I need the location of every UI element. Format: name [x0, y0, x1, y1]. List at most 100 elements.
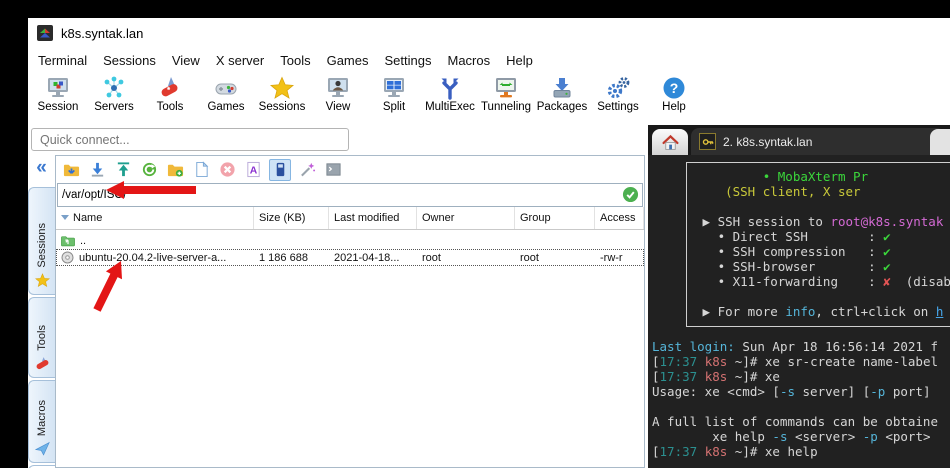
star-icon	[35, 273, 50, 288]
menu-settings[interactable]: Settings	[377, 50, 440, 71]
toolbar-sessions-button[interactable]: Sessions	[254, 72, 310, 125]
refresh-icon	[141, 161, 158, 178]
column-group[interactable]: Group	[515, 207, 595, 229]
table-row-ubuntu-iso[interactable]: ubuntu-20.04.2-live-server-a... 1 186 68…	[56, 249, 644, 266]
terminal-tab-bar: 2. k8s.syntak.lan ×	[648, 125, 950, 155]
menu-xserver[interactable]: X server	[208, 50, 272, 71]
menu-macros[interactable]: Macros	[439, 50, 498, 71]
menu-view[interactable]: View	[164, 50, 208, 71]
titlebar: k8s.syntak.lan	[28, 18, 950, 48]
column-owner[interactable]: Owner	[417, 207, 515, 229]
hex-view-icon	[272, 161, 289, 178]
parent-folder-button[interactable]	[61, 160, 81, 180]
column-modified[interactable]: Last modified	[329, 207, 417, 229]
knife-icon	[35, 356, 50, 371]
mobaxterm-logo-icon	[37, 25, 53, 41]
delete-icon	[219, 161, 236, 178]
file-name: ..	[80, 235, 86, 247]
menu-tools[interactable]: Tools	[272, 50, 318, 71]
toolbar-tunneling-button[interactable]: Tunneling	[478, 72, 534, 125]
wizard-wand-button[interactable]	[297, 160, 317, 180]
download-icon	[89, 161, 106, 178]
menu-bar: Terminal Sessions View X server Tools Ga…	[28, 48, 950, 72]
menu-games[interactable]: Games	[319, 50, 377, 71]
column-name[interactable]: Name	[56, 207, 254, 229]
new-folder-button[interactable]	[165, 160, 185, 180]
sidebar-tabs: Sessions Tools Macros	[28, 181, 55, 468]
toolbar-view-button[interactable]: View	[310, 72, 366, 125]
toolbar-games-button[interactable]: Games	[198, 72, 254, 125]
tunneling-monitor-icon	[493, 75, 519, 101]
terminal-tab-k8s[interactable]: 2. k8s.syntak.lan ×	[691, 128, 945, 155]
mobaxterm-window: k8s.syntak.lan Terminal Sessions View X …	[28, 18, 950, 468]
sidebar-tab-sessions[interactable]: Sessions	[28, 187, 55, 295]
terminal-banner: • MobaXterm Pr (SSH client, X ser ▶ SSH …	[686, 162, 950, 327]
menu-terminal[interactable]: Terminal	[30, 50, 95, 71]
sftp-toolbar: A	[56, 156, 644, 183]
new-file-icon	[193, 161, 210, 178]
green-check-icon	[622, 186, 639, 203]
file-table-header: Name Size (KB) Last modified Owner Group…	[56, 207, 644, 230]
upload-icon	[115, 161, 132, 178]
menu-sessions[interactable]: Sessions	[95, 50, 164, 71]
toolbar-help-button[interactable]: ? Help	[646, 72, 702, 125]
hex-view-toggle[interactable]	[269, 159, 291, 181]
toolbar-settings-button[interactable]: Settings	[590, 72, 646, 125]
toolbar-tools-button[interactable]: Tools	[142, 72, 198, 125]
sidebar-tab-macros[interactable]: Macros	[28, 380, 55, 463]
window-title: k8s.syntak.lan	[61, 26, 143, 41]
sessions-star-icon	[269, 75, 295, 101]
multiexec-fork-icon	[437, 75, 463, 101]
edit-rename-icon: A	[245, 161, 262, 178]
file-owner: root	[417, 252, 515, 264]
terminal-button-icon	[325, 161, 342, 178]
menu-help[interactable]: Help	[498, 50, 541, 71]
desktop-background: k8s.syntak.lan Terminal Sessions View X …	[0, 0, 950, 468]
file-name: ubuntu-20.04.2-live-server-a...	[79, 252, 226, 264]
terminal-pane: 2. k8s.syntak.lan × • MobaXterm Pr (SSH …	[648, 125, 950, 468]
settings-gears-icon	[605, 75, 631, 101]
file-access: -rw-r	[595, 252, 644, 264]
terminal-button[interactable]	[323, 160, 343, 180]
servers-network-icon	[101, 75, 127, 101]
refresh-button[interactable]	[139, 160, 159, 180]
sidebar: « Sessions Tools Macros	[28, 155, 55, 468]
new-folder-icon	[167, 161, 184, 178]
svg-text:A: A	[249, 165, 257, 176]
sidebar-collapse-button[interactable]: «	[28, 155, 55, 181]
toolbar-session-button[interactable]: Session	[30, 72, 86, 125]
table-row-parent[interactable]: ..	[56, 232, 644, 249]
download-button[interactable]	[87, 160, 107, 180]
paper-plane-icon	[35, 441, 50, 456]
view-monitor-icon	[325, 75, 351, 101]
file-size: 1 186 688	[254, 252, 329, 264]
sftp-path-input[interactable]	[58, 183, 642, 207]
new-tab-partial[interactable]	[930, 129, 950, 155]
toolbar-split-button[interactable]: Split	[366, 72, 422, 125]
parent-folder-icon	[63, 161, 80, 178]
home-tab[interactable]	[652, 129, 688, 155]
toolbar-servers-button[interactable]: Servers	[86, 72, 142, 125]
file-modified: 2021-04-18...	[329, 252, 417, 264]
session-monitor-icon	[45, 75, 71, 101]
column-access[interactable]: Access	[595, 207, 644, 229]
left-pane: « Sessions Tools Macros	[28, 125, 645, 468]
help-question-icon: ?	[661, 75, 687, 101]
upload-button[interactable]	[113, 160, 133, 180]
toolbar-multiexec-button[interactable]: MultiExec	[422, 72, 478, 125]
delete-button[interactable]	[217, 160, 237, 180]
key-icon	[699, 133, 716, 150]
column-size[interactable]: Size (KB)	[254, 207, 329, 229]
quick-connect-input[interactable]	[31, 128, 349, 151]
home-icon	[661, 134, 680, 151]
edit-rename-button[interactable]: A	[243, 160, 263, 180]
toolbar-packages-button[interactable]: Packages	[534, 72, 590, 125]
folder-up-icon	[61, 235, 75, 247]
new-file-button[interactable]	[191, 160, 211, 180]
main-area: « Sessions Tools Macros	[28, 125, 950, 468]
terminal-screen[interactable]: • MobaXterm Pr (SSH client, X ser ▶ SSH …	[648, 155, 950, 468]
quick-connect-row	[28, 125, 645, 155]
sort-indicator-icon[interactable]	[61, 215, 69, 220]
sidebar-tab-tools[interactable]: Tools	[28, 297, 55, 378]
disc-icon	[61, 251, 74, 264]
